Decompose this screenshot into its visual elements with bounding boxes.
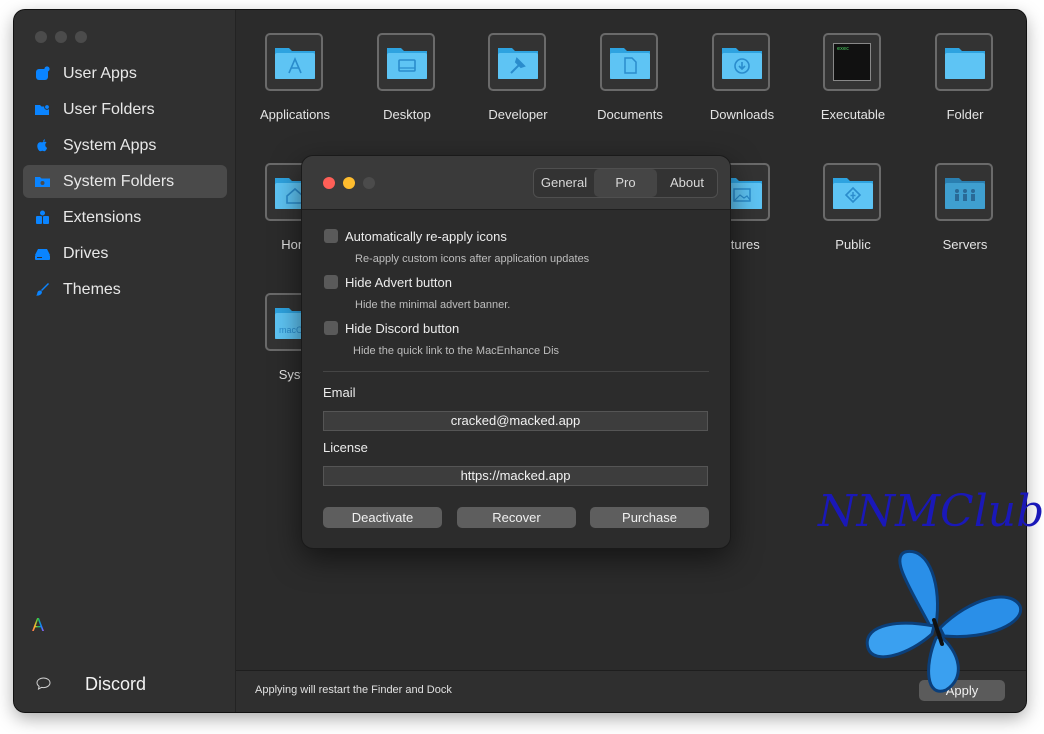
email-label: Email [323,385,356,400]
tile-label: Folder [946,107,984,122]
documents-folder-icon [610,48,650,79]
tile-frame [823,163,881,221]
tile-frame [377,33,435,91]
close-button[interactable] [35,31,47,43]
option-description: Hide the minimal advert banner. [355,299,511,311]
purchase-button[interactable]: Purchase [590,507,709,528]
checkbox[interactable] [324,229,338,243]
tile-label: Executable [820,107,886,122]
tile-label: Servers [942,237,988,252]
zoom-button[interactable] [75,31,87,43]
sidebar-item-label: Extensions [63,209,142,226]
tile-frame: exec [823,33,881,91]
tile-label: Desktop [383,107,431,122]
sidebar: User Apps User Folders System Apps Syste… [14,10,236,712]
tile-documents[interactable]: Documents [574,11,686,122]
tile-applications[interactable]: Applications [239,11,351,122]
tile-frame [712,33,770,91]
dialog-titlebar: General Pro About [302,156,730,210]
tile-public[interactable]: Public [797,141,909,252]
themes-icon [36,283,49,296]
tab-general[interactable]: General [534,169,594,197]
tile-downloads[interactable]: Downloads [686,11,798,122]
extensions-icon [36,210,49,224]
folder-text: macO [279,325,304,335]
option-auto-reapply[interactable]: Automatically re-apply icons [324,229,507,244]
generic-folder-icon [945,48,985,79]
deactivate-button[interactable]: Deactivate [323,507,442,528]
option-hide-discord[interactable]: Hide Discord button [324,321,459,336]
app-logo: A [32,615,45,635]
license-label: License [323,440,368,455]
tile-label: Documents [597,107,663,122]
dialog-minimize-button[interactable] [343,177,355,189]
downloads-folder-icon [722,48,762,79]
license-field[interactable]: https://macked.app [323,466,708,486]
terminal-text: exec [837,46,850,52]
desktop-folder-icon [387,48,427,79]
restart-notice: Applying will restart the Finder and Doc… [255,684,452,696]
divider [323,371,709,372]
tile-folder[interactable]: Folder [909,11,1021,122]
user-folders-icon [35,104,50,115]
tile-label: Downloads [709,107,775,122]
tile-servers[interactable]: Servers [909,141,1021,252]
watermark-text: NNMClub [818,486,1044,537]
sidebar-item-system-folders[interactable]: System Folders [23,165,227,198]
apple-icon [37,139,48,152]
sidebar-item-label: Drives [63,245,109,262]
sidebar-item-themes[interactable]: Themes [23,273,227,306]
tile-frame [600,33,658,91]
sidebar-item-drives[interactable]: Drives [23,237,227,270]
sidebar-item-user-folders[interactable]: User Folders [23,93,227,126]
option-label: Hide Advert button [345,275,452,290]
drive-icon [35,249,50,260]
tab-about[interactable]: About [657,169,717,197]
applications-folder-icon [275,48,315,79]
sidebar-item-user-apps[interactable]: User Apps [23,57,227,90]
tile-desktop[interactable]: Desktop [351,11,463,122]
sidebar-item-system-apps[interactable]: System Apps [23,129,227,162]
email-field[interactable]: cracked@macked.app [323,411,708,431]
minimize-button[interactable] [55,31,67,43]
tile-frame [935,163,993,221]
tab-pro[interactable]: Pro [594,169,657,197]
preferences-dialog: General Pro About Automatically re-apply… [302,156,730,548]
tile-developer[interactable]: Developer [462,11,574,122]
tile-label: Applications [259,107,331,122]
tile-label: Developer [488,107,548,122]
tile-executable[interactable]: exec Executable [797,11,909,122]
butterfly-icon [865,550,1023,693]
sidebar-item-label: User Folders [63,101,155,118]
tile-frame [265,33,323,91]
sidebar-item-label: System Folders [63,173,175,190]
executable-icon: exec [833,43,871,81]
user-apps-icon [36,66,50,80]
option-hide-advert[interactable]: Hide Advert button [324,275,452,290]
chat-bubble-icon [36,677,51,690]
checkbox[interactable] [324,321,338,335]
sidebar-item-label: Themes [63,281,121,298]
dialog-zoom-button[interactable] [363,177,375,189]
system-folders-icon [35,177,50,187]
sidebar-item-label: User Apps [63,65,137,82]
servers-folder-icon [945,178,985,209]
preferences-tabs: General Pro About [533,168,718,198]
checkbox[interactable] [324,275,338,289]
developer-folder-icon [498,48,538,79]
dialog-close-button[interactable] [323,177,335,189]
public-folder-icon [833,178,873,209]
tile-frame [488,33,546,91]
recover-button[interactable]: Recover [457,507,576,528]
tile-frame [935,33,993,91]
sidebar-item-label: System Apps [63,137,157,154]
sidebar-item-extensions[interactable]: Extensions [23,201,227,234]
option-label: Hide Discord button [345,321,460,336]
option-description: Re-apply custom icons after application … [355,253,590,265]
tile-label: Public [835,237,871,252]
discord-link[interactable]: Discord [85,674,146,695]
option-description: Hide the quick link to the MacEnhance Di… [353,345,560,357]
option-label: Automatically re-apply icons [345,229,507,244]
